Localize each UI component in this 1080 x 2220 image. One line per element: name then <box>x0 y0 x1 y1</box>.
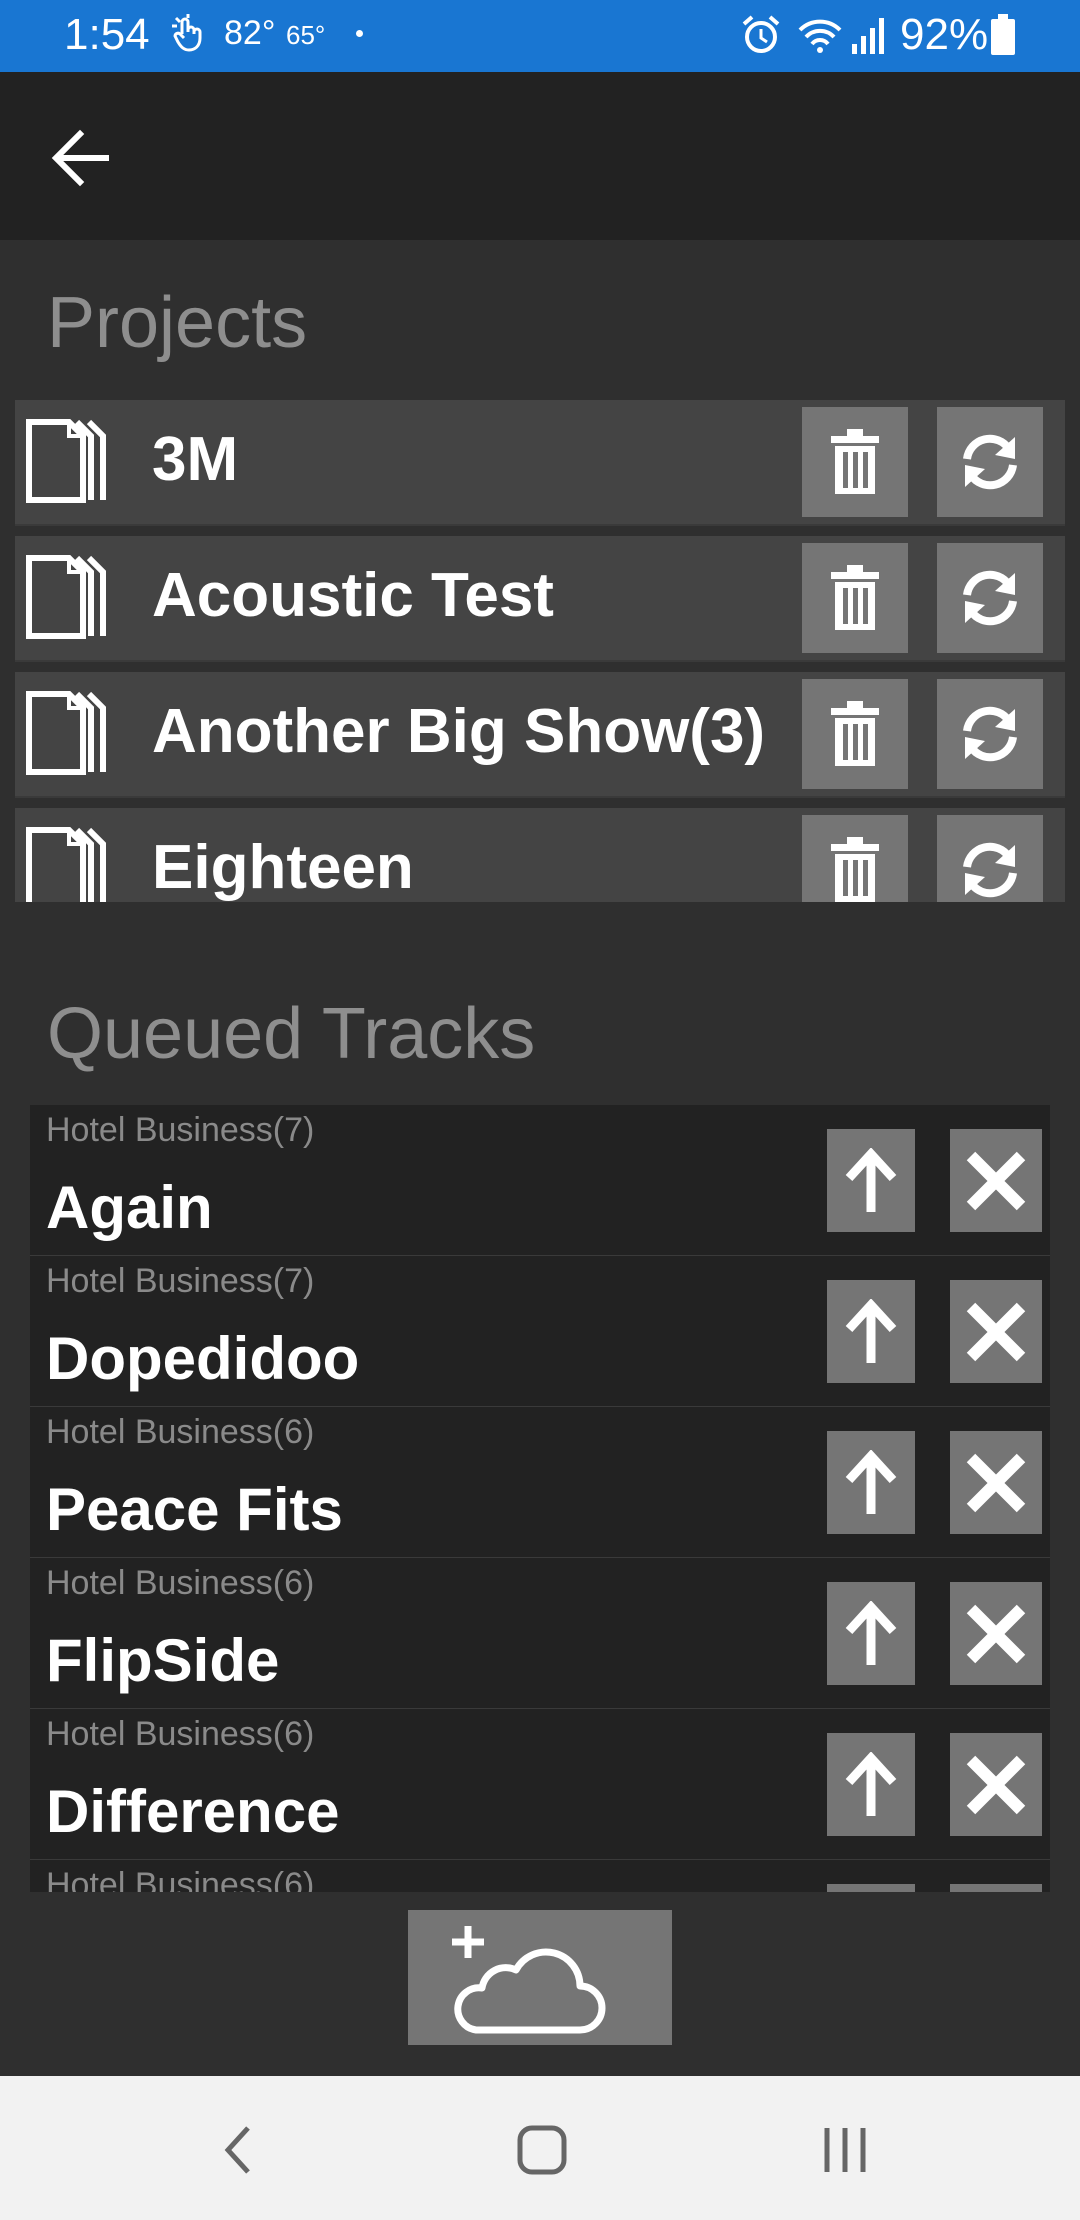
nav-home-icon[interactable] <box>502 2118 582 2182</box>
battery-icon <box>991 14 1015 55</box>
status-bar: 1:54 82° 65° 92% <box>0 0 1080 72</box>
alarm-icon <box>742 15 780 53</box>
arrow-up-icon <box>845 1298 897 1363</box>
project-row[interactable]: 3M <box>15 400 1065 526</box>
wifi-icon <box>798 19 842 53</box>
add-cloud-button[interactable] <box>408 1910 672 2045</box>
signal-icon <box>852 18 884 54</box>
track-project-name: Hotel Business(7) <box>46 1262 315 1300</box>
arrow-up-icon <box>845 1147 897 1212</box>
queued-track-row[interactable]: Hotel Business(7) Dopedidoo <box>30 1256 1050 1408</box>
track-project-name: Hotel Business(6) <box>46 1413 315 1451</box>
sync-button[interactable] <box>937 679 1043 789</box>
system-nav-bar <box>0 2076 1080 2220</box>
delete-button[interactable] <box>802 679 908 789</box>
queued-track-row[interactable]: Hotel Business(6) <box>30 1860 1050 1892</box>
remove-button[interactable] <box>950 1280 1042 1383</box>
project-row[interactable]: Acoustic Test <box>15 536 1065 662</box>
temperature-low: 65° <box>286 20 326 50</box>
trash-icon <box>831 837 879 902</box>
app-toolbar <box>0 72 1080 240</box>
track-project-name: Hotel Business(6) <box>46 1715 315 1753</box>
track-project-name: Hotel Business(6) <box>46 1866 315 1892</box>
close-icon <box>966 1604 1026 1663</box>
temperature-high: 82° <box>224 14 276 52</box>
remove-button[interactable] <box>950 1129 1042 1232</box>
track-name: Dopedidoo <box>46 1325 360 1392</box>
queued-track-row[interactable]: Hotel Business(6) Difference <box>30 1709 1050 1861</box>
track-project-name: Hotel Business(7) <box>46 1111 315 1149</box>
battery-percent: 92% <box>900 10 989 59</box>
project-name: Eighteen <box>152 833 414 902</box>
project-name: Another Big Show(3) <box>152 697 766 766</box>
project-name: Acoustic Test <box>152 561 554 630</box>
projects-title: Projects <box>47 283 308 363</box>
delete-button[interactable] <box>802 407 908 517</box>
track-name: Difference <box>46 1778 340 1845</box>
close-icon <box>966 1302 1026 1361</box>
remove-button[interactable] <box>950 1431 1042 1534</box>
nav-back-icon[interactable] <box>200 2118 280 2182</box>
projects-list[interactable]: 3M Acoustic Test Another Big Show(3) Eig… <box>15 400 1065 902</box>
queued-track-row[interactable]: Hotel Business(6) FlipSide <box>30 1558 1050 1710</box>
sync-button[interactable] <box>937 815 1043 902</box>
project-row[interactable]: Another Big Show(3) <box>15 672 1065 798</box>
move-up-button[interactable] <box>827 1431 915 1534</box>
project-files-icon <box>26 827 106 902</box>
notification-dot <box>356 30 363 37</box>
project-files-icon <box>26 691 106 775</box>
arrow-up-icon <box>845 1449 897 1514</box>
delete-button[interactable] <box>802 543 908 653</box>
close-icon <box>966 1755 1026 1814</box>
nav-recents-icon[interactable] <box>805 2118 885 2182</box>
track-name: Peace Fits <box>46 1476 343 1543</box>
queued-track-row[interactable]: Hotel Business(7) Again <box>30 1105 1050 1257</box>
project-name: 3M <box>152 425 239 494</box>
remove-button[interactable] <box>950 1582 1042 1685</box>
queued-track-row[interactable]: Hotel Business(6) Peace Fits <box>30 1407 1050 1559</box>
move-up-button[interactable] <box>827 1129 915 1232</box>
cloud-add-icon <box>452 1926 606 2034</box>
sync-icon <box>963 570 1017 626</box>
status-time: 1:54 <box>64 10 150 59</box>
trash-icon <box>831 565 879 630</box>
queued-tracks-list[interactable]: Hotel Business(7) Again Hotel Business(7… <box>30 1105 1050 1892</box>
queued-tracks-title: Queued Tracks <box>47 994 536 1074</box>
project-row[interactable]: Eighteen <box>15 808 1065 902</box>
project-files-icon <box>26 555 106 639</box>
trash-icon <box>831 701 879 766</box>
project-files-icon <box>26 419 106 503</box>
sync-button[interactable] <box>937 543 1043 653</box>
sync-icon <box>963 706 1017 762</box>
remove-button[interactable] <box>950 1733 1042 1836</box>
track-project-name: Hotel Business(6) <box>46 1564 315 1602</box>
trash-icon <box>831 429 879 494</box>
sync-icon <box>963 842 1017 898</box>
track-name: FlipSide <box>46 1627 280 1694</box>
delete-button[interactable] <box>802 815 908 902</box>
close-icon <box>966 1453 1026 1512</box>
move-up-button[interactable] <box>827 1884 915 1892</box>
move-up-button[interactable] <box>827 1733 915 1836</box>
back-arrow-icon[interactable] <box>44 122 116 194</box>
sync-icon <box>963 434 1017 490</box>
remove-button[interactable] <box>950 1884 1042 1892</box>
track-name: Again <box>46 1174 213 1241</box>
close-icon <box>966 1151 1026 1210</box>
touch-icon <box>172 14 202 52</box>
sync-button[interactable] <box>937 407 1043 517</box>
arrow-up-icon <box>845 1600 897 1665</box>
move-up-button[interactable] <box>827 1280 915 1383</box>
arrow-up-icon <box>845 1751 897 1816</box>
move-up-button[interactable] <box>827 1582 915 1685</box>
